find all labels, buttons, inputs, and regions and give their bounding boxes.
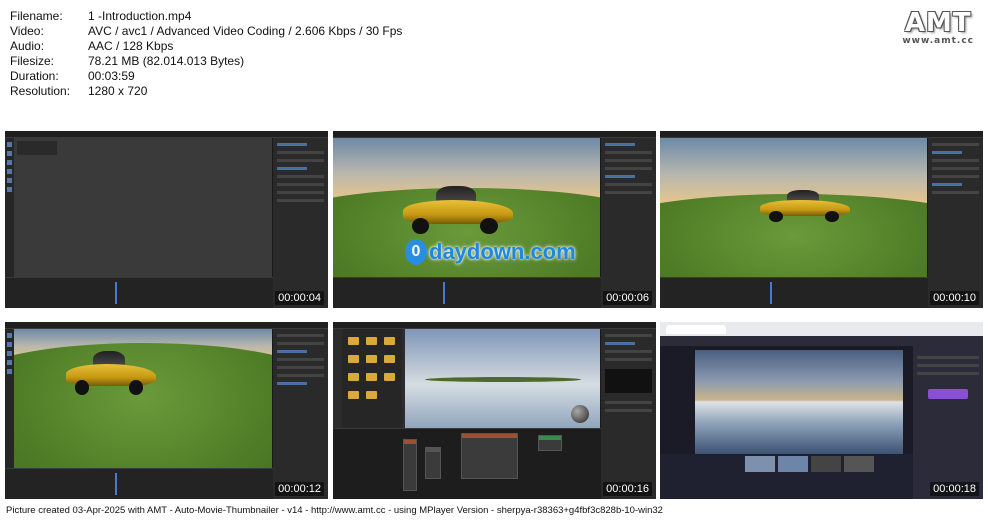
asset-sidebar — [913, 346, 983, 499]
thumbnail-5[interactable]: 00:00:16 — [333, 322, 656, 499]
timestamp: 00:00:18 — [930, 482, 979, 496]
thumbnail-4[interactable]: 00:00:12 — [5, 322, 328, 499]
app-menubar — [333, 131, 656, 138]
similar-assets — [660, 454, 913, 499]
car-model — [403, 186, 513, 234]
browser-tabbar — [660, 322, 983, 336]
filename-label: Filename: — [10, 9, 63, 23]
properties-panel — [600, 138, 656, 308]
watermark-text: daydown.com — [429, 239, 576, 264]
app-menubar — [5, 322, 328, 329]
hdri-preview — [695, 350, 903, 454]
filename-row: Filename: 1 -Introduction.mp4 — [10, 9, 402, 24]
thumbnail-3[interactable]: 00:00:10 — [660, 131, 983, 308]
filename-value: 1 -Introduction.mp4 — [88, 9, 192, 23]
timestamp: 00:00:10 — [930, 291, 979, 305]
properties-panel — [272, 138, 328, 308]
logo-url: www.amt.cc — [902, 36, 974, 46]
logo-title: AMT — [904, 8, 972, 38]
viewport — [405, 329, 601, 429]
thumbnail-1[interactable]: 00:00:04 — [5, 131, 328, 308]
resolution-row: Resolution: 1280 x 720 — [10, 84, 402, 99]
footer-credit: Picture created 03-Apr-2025 with AMT - A… — [6, 505, 663, 516]
timeline — [5, 468, 273, 499]
resolution-label: Resolution: — [10, 84, 71, 98]
timeline — [333, 277, 601, 308]
filesize-row: Filesize: 78.21 MB (82.014.013 Bytes) — [10, 54, 402, 69]
app-menubar — [660, 131, 983, 138]
video-value: AVC / avc1 / Advanced Video Coding / 2.6… — [88, 24, 403, 38]
properties-panel — [927, 138, 983, 308]
duration-value: 00:03:59 — [88, 69, 135, 83]
timeline — [660, 277, 928, 308]
properties-panel — [272, 329, 328, 499]
viewport — [14, 329, 273, 469]
viewport — [14, 138, 273, 278]
timestamp: 00:00:04 — [275, 291, 324, 305]
viewport — [660, 138, 928, 278]
video-info: Filename: 1 -Introduction.mp4 Video: AVC… — [10, 9, 402, 99]
amt-logo: AMT www.amt.cc — [902, 8, 974, 46]
timestamp: 00:00:16 — [603, 482, 652, 496]
audio-value: AAC / 128 Kbps — [88, 39, 174, 53]
daydown-watermark: 0 daydown.com — [405, 239, 576, 265]
shader-node-editor — [333, 428, 601, 499]
audio-row: Audio: AAC / 128 Kbps — [10, 39, 402, 54]
watermark-icon: 0 — [405, 239, 427, 265]
timestamp: 00:00:06 — [603, 291, 652, 305]
file-browser — [342, 329, 402, 439]
app-menubar — [333, 322, 656, 329]
app-menubar — [5, 131, 328, 138]
car-model — [66, 351, 156, 395]
timestamp: 00:00:12 — [275, 482, 324, 496]
car-model — [760, 190, 850, 222]
filesize-value: 78.21 MB (82.014.013 Bytes) — [88, 54, 245, 68]
duration-row: Duration: 00:03:59 — [10, 69, 402, 84]
video-label: Video: — [10, 24, 44, 38]
properties-panel — [600, 329, 656, 499]
thumbnail-2[interactable]: 0 daydown.com 00:00:06 — [333, 131, 656, 308]
site-navbar — [660, 336, 983, 346]
resolution-value: 1280 x 720 — [88, 84, 148, 98]
audio-label: Audio: — [10, 39, 45, 53]
video-row: Video: AVC / avc1 / Advanced Video Codin… — [10, 24, 402, 39]
filesize-label: Filesize: — [10, 54, 55, 68]
duration-label: Duration: — [10, 69, 59, 83]
thumbnail-6[interactable]: 00:00:18 — [660, 322, 983, 499]
timeline — [5, 277, 273, 308]
